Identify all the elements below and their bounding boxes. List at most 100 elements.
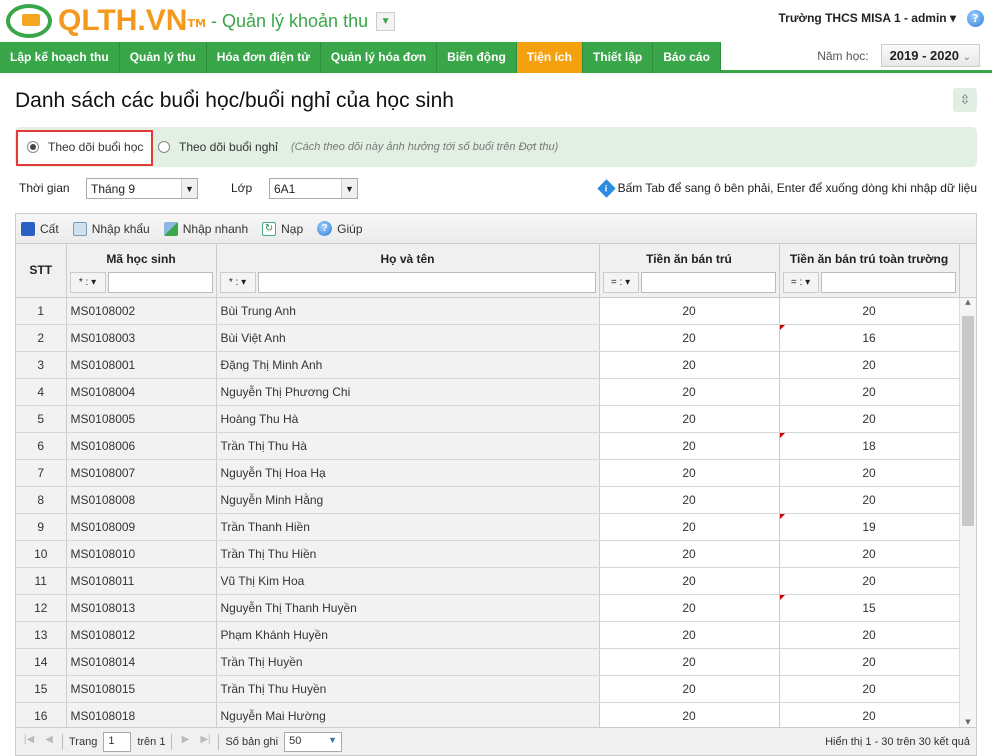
cell-fee[interactable]: 20 <box>599 702 780 728</box>
grid-toolbar: Cất Nhập khẩu Nhập nhanh ↻ Nạp ? Giúp <box>16 214 976 244</box>
cell-fee-all[interactable]: 20 <box>779 567 960 595</box>
filter-operator[interactable]: = : ▾ <box>782 272 819 293</box>
cell-fee-all[interactable]: 16 <box>779 324 960 352</box>
cell-fee[interactable]: 20 <box>599 513 780 541</box>
prev-page-icon[interactable]: ◀ <box>42 734 56 750</box>
first-page-icon[interactable]: |◀ <box>22 734 36 750</box>
table-row[interactable]: 7 MS0108007 Nguyễn Thị Hoa Hạ 20 20 <box>16 459 960 487</box>
cell-fee-all[interactable]: 20 <box>779 378 960 406</box>
table-row[interactable]: 12 MS0108013 Nguyễn Thị Thanh Huyền 20 15 <box>16 594 960 622</box>
quick-entry-button[interactable]: Nhập nhanh <box>163 221 248 236</box>
table-row[interactable]: 13 MS0108012 Phạm Khánh Huyền 20 20 <box>16 621 960 649</box>
cell-fee-all[interactable]: 20 <box>779 540 960 568</box>
cell-fee[interactable]: 20 <box>599 486 780 514</box>
col-fee-all[interactable]: Tiền ăn bán trú toàn trường = : ▾ <box>779 244 960 298</box>
cell-fee-all[interactable]: 20 <box>779 459 960 487</box>
cell-fee[interactable]: 20 <box>599 540 780 568</box>
filter-code-input[interactable] <box>107 272 213 293</box>
cell-fee[interactable]: 20 <box>599 648 780 676</box>
cell-fee-all[interactable]: 20 <box>779 648 960 676</box>
table-row[interactable]: 6 MS0108006 Trần Thị Thu Hà 20 18 <box>16 432 960 460</box>
radio-icon[interactable] <box>158 141 170 153</box>
fee-value: 20 <box>682 358 696 372</box>
import-button[interactable]: Nhập khẩu <box>72 221 150 236</box>
filter-fee-all-input[interactable] <box>820 272 956 293</box>
school-year-select[interactable]: 2019 - 2020 ⌄ <box>880 44 980 67</box>
time-select[interactable]: Tháng 9 ▼ <box>86 178 198 199</box>
table-row[interactable]: 8 MS0108008 Nguyễn Minh Hằng 20 20 <box>16 486 960 514</box>
cell-fee-all[interactable]: 20 <box>779 621 960 649</box>
nav-item[interactable]: Báo cáo <box>653 42 721 73</box>
table-row[interactable]: 11 MS0108011 Vũ Thị Kim Hoa 20 20 <box>16 567 960 595</box>
filter-fee-input[interactable] <box>640 272 776 293</box>
cell-fee[interactable]: 20 <box>599 567 780 595</box>
cell-fee[interactable]: 20 <box>599 459 780 487</box>
cell-fee-all[interactable]: 20 <box>779 675 960 703</box>
fee-all-value: 20 <box>862 493 876 507</box>
module-selector[interactable]: - Quản lý khoản thu ▼ <box>211 11 396 32</box>
reload-button[interactable]: ↻ Nạp <box>262 221 304 236</box>
user-menu[interactable]: Trường THCS MISA 1 - admin ▾ <box>779 11 956 25</box>
help-button[interactable]: ? Giúp <box>317 221 363 236</box>
table-row[interactable]: 16 MS0108018 Nguyễn Mai Hường 20 20 <box>16 702 960 728</box>
radio-icon[interactable] <box>27 141 39 153</box>
help-icon[interactable]: ? <box>967 10 984 27</box>
filter-operator[interactable]: * : ▾ <box>219 272 256 293</box>
col-name[interactable]: Họ và tên * : ▾ <box>216 244 600 298</box>
table-row[interactable]: 1 MS0108002 Bùi Trung Anh 20 20 <box>16 297 960 325</box>
table-row[interactable]: 2 MS0108003 Bùi Việt Anh 20 16 <box>16 324 960 352</box>
nav-item[interactable]: Tiện ích <box>516 42 583 73</box>
cell-fee-all[interactable]: 19 <box>779 513 960 541</box>
filter-operator[interactable]: * : ▾ <box>69 272 106 293</box>
cell-fee[interactable]: 20 <box>599 675 780 703</box>
cell-fee[interactable]: 20 <box>599 432 780 460</box>
radio-track-absence[interactable]: Theo dõi buổi nghỉ <box>158 140 278 154</box>
cell-fee-all[interactable]: 20 <box>779 351 960 379</box>
cell-fee[interactable]: 20 <box>599 378 780 406</box>
col-stt[interactable]: STT <box>16 244 67 298</box>
page-input[interactable]: 1 <box>103 731 132 752</box>
nav-item[interactable]: Quản lý thu <box>119 42 207 73</box>
table-row[interactable]: 10 MS0108010 Trần Thị Thu Hiền 20 20 <box>16 540 960 568</box>
nav-item[interactable]: Lập kế hoạch thu <box>0 42 120 73</box>
page-size-select[interactable]: 50 ▼ <box>284 731 343 752</box>
nav-item[interactable]: Biến động <box>437 42 517 73</box>
cell-fee[interactable]: 20 <box>599 621 780 649</box>
last-page-icon[interactable]: ▶| <box>198 734 212 750</box>
chevron-down-icon: ⌄ <box>962 52 971 63</box>
next-page-icon[interactable]: ▶ <box>178 734 192 750</box>
cell-fee-all[interactable]: 20 <box>779 297 960 325</box>
cell-fee-all[interactable]: 20 <box>779 486 960 514</box>
reload-label: Nạp <box>281 221 304 236</box>
cell-fee[interactable]: 20 <box>599 594 780 622</box>
cell-fee-all[interactable]: 15 <box>779 594 960 622</box>
filter-name-input[interactable] <box>257 272 596 293</box>
logo[interactable]: QLTH.VN TM <box>6 4 206 38</box>
table-row[interactable]: 14 MS0108014 Trần Thị Huyền 20 20 <box>16 648 960 676</box>
col-fee[interactable]: Tiền ăn bán trú = : ▾ <box>599 244 780 298</box>
cell-fee-all[interactable]: 18 <box>779 432 960 460</box>
vertical-scrollbar[interactable]: ▲ ▼ <box>959 297 976 728</box>
collapse-toggle-icon[interactable]: ⇳ <box>953 88 977 112</box>
table-row[interactable]: 3 MS0108001 Đặng Thị Minh Anh 20 20 <box>16 351 960 379</box>
class-select[interactable]: 6A1 ▼ <box>269 178 358 199</box>
save-button[interactable]: Cất <box>21 221 59 236</box>
nav-item[interactable]: Quản lý hóa đơn <box>320 42 438 73</box>
filter-operator[interactable]: = : ▾ <box>602 272 639 293</box>
cell-fee[interactable]: 20 <box>599 297 780 325</box>
scroll-thumb[interactable] <box>962 315 974 526</box>
cell-fee-all[interactable]: 20 <box>779 405 960 433</box>
table-row[interactable]: 9 MS0108009 Trần Thanh Hiền 20 19 <box>16 513 960 541</box>
radio-track-attendance[interactable]: Theo dõi buổi học <box>27 140 143 154</box>
cell-fee[interactable]: 20 <box>599 351 780 379</box>
table-row[interactable]: 15 MS0108015 Trần Thị Thu Huyền 20 20 <box>16 675 960 703</box>
caret-down-icon[interactable]: ▼ <box>376 12 396 31</box>
nav-item[interactable]: Hóa đơn điện tử <box>206 42 321 73</box>
nav-item[interactable]: Thiết lập <box>582 42 654 73</box>
cell-fee[interactable]: 20 <box>599 405 780 433</box>
cell-fee-all[interactable]: 20 <box>779 702 960 728</box>
col-code[interactable]: Mã học sinh * : ▾ <box>66 244 217 298</box>
cell-fee[interactable]: 20 <box>599 324 780 352</box>
table-row[interactable]: 5 MS0108005 Hoàng Thu Hà 20 20 <box>16 405 960 433</box>
table-row[interactable]: 4 MS0108004 Nguyễn Thị Phương Chi 20 20 <box>16 378 960 406</box>
